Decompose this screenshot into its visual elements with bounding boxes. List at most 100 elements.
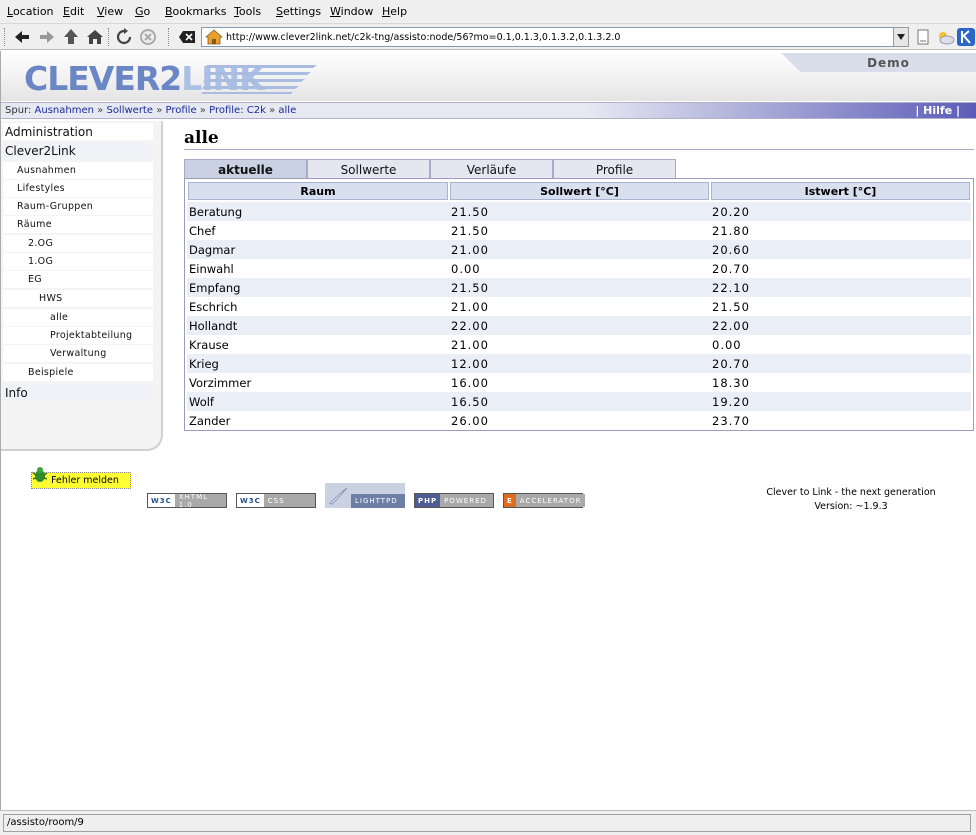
tab-verlaeufe[interactable]: Verläufe: [430, 159, 553, 179]
sidebar-item-hws[interactable]: HWS: [3, 290, 153, 307]
sidebar-item-raum-gruppen[interactable]: Raum-Gruppen: [3, 198, 153, 215]
menu-help[interactable]: Help: [382, 5, 407, 18]
stop-icon[interactable]: [137, 27, 159, 47]
cell-raum: Dagmar: [189, 243, 236, 257]
cell-sollwert: 16.00: [451, 376, 489, 390]
bookmark-icon[interactable]: [912, 27, 934, 47]
cell-sollwert: 0.00: [451, 262, 481, 276]
sidebar-item-1og[interactable]: 1.OG: [3, 253, 153, 270]
breadcrumb-item-profile-c2k[interactable]: Profile: C2k: [209, 105, 266, 116]
back-icon[interactable]: [11, 27, 33, 47]
table-row[interactable]: Zander 26.00 23.70: [187, 411, 971, 430]
breadcrumb-item-alle[interactable]: alle: [278, 105, 296, 116]
badge-php-powered[interactable]: PHP POWERED: [414, 493, 494, 508]
menu-go[interactable]: Go: [135, 5, 150, 18]
table-row[interactable]: Krause 21.00 0.00: [187, 335, 971, 354]
sidebar-item-raeume[interactable]: Räume: [3, 216, 153, 233]
weather-icon[interactable]: [934, 27, 956, 47]
cell-raum: Zander: [189, 414, 231, 428]
cell-istwert: 22.00: [712, 319, 750, 333]
cell-sollwert: 21.50: [451, 224, 489, 238]
reload-icon[interactable]: [113, 27, 135, 47]
badge-w3c-logo: W3C: [148, 494, 175, 507]
sidebar-item-2og[interactable]: 2.OG: [3, 235, 153, 252]
badge-eaccelerator[interactable]: E ACCELERATOR: [503, 493, 586, 508]
sidebar-item-lifestyles[interactable]: Lifestyles: [3, 180, 153, 197]
badge-lighttpd[interactable]: LIGHTTPD: [325, 483, 405, 508]
toolbar-handle[interactable]: [4, 28, 6, 46]
badge-label: CSS: [263, 494, 315, 507]
cell-sollwert: 21.50: [451, 281, 489, 295]
konqueror-logo-icon: [955, 27, 976, 47]
tab-profile[interactable]: Profile: [553, 159, 676, 179]
forward-icon[interactable]: [36, 27, 58, 47]
table-row[interactable]: Beratung 21.50 20.20: [187, 202, 971, 221]
title-divider: [184, 149, 974, 150]
column-header-raum[interactable]: Raum: [188, 182, 448, 200]
up-icon[interactable]: [60, 27, 82, 47]
breadcrumb-separator: »: [269, 105, 276, 116]
menu-settings[interactable]: Settings: [276, 5, 321, 18]
sidebar-item-eg[interactable]: EG: [3, 271, 153, 288]
breadcrumb-item-sollwerte[interactable]: Sollwerte: [106, 105, 153, 116]
location-home-icon: [204, 29, 224, 48]
menu-tools[interactable]: Tools: [234, 5, 261, 18]
menu-bookmarks[interactable]: Bookmarks: [165, 5, 226, 18]
menu-location[interactable]: Location: [7, 5, 54, 18]
sidebar-item-administration[interactable]: Administration: [3, 123, 153, 140]
table-row[interactable]: Wolf 16.50 19.20: [187, 392, 971, 411]
breadcrumb-item-ausnahmen[interactable]: Ausnahmen: [35, 105, 94, 116]
menu-edit[interactable]: Edit: [63, 5, 84, 18]
table-row[interactable]: Einwahl 0.00 20.70: [187, 259, 971, 278]
dropdown-icon[interactable]: [893, 27, 909, 47]
home-icon[interactable]: [84, 27, 106, 47]
breadcrumb-item-profile[interactable]: Profile: [166, 105, 197, 116]
room-table: Raum Sollwert [°C] Istwert [°C] Beratung…: [184, 178, 974, 431]
table-row[interactable]: Hollandt 22.00 22.00: [187, 316, 971, 335]
badge-w3c-xhtml[interactable]: W3C XHTML 1.0: [147, 493, 227, 509]
badge-e-logo: E: [504, 494, 516, 507]
sidebar-item-projektabteilung[interactable]: Projektabteilung: [3, 327, 153, 344]
cell-sollwert: 21.50: [451, 205, 489, 219]
badge-label: LIGHTTPD: [351, 493, 405, 508]
statusbar: /assisto/room/9: [0, 810, 976, 835]
user-tab[interactable]: Demo: [781, 53, 976, 72]
tab-sollwerte[interactable]: Sollwerte: [307, 159, 430, 179]
feather-icon: [325, 483, 351, 508]
cell-istwert: 22.10: [712, 281, 750, 295]
cell-sollwert: 21.00: [451, 300, 489, 314]
help-link[interactable]: | Hilfe |: [915, 104, 960, 117]
bug-icon: [31, 466, 49, 487]
sidebar-item-clever2link[interactable]: Clever2Link: [3, 142, 153, 159]
clear-location-icon[interactable]: [176, 27, 198, 47]
table-row[interactable]: Vorzimmer 16.00 18.30: [187, 373, 971, 392]
sidebar-item-ausnahmen[interactable]: Ausnahmen: [3, 162, 153, 179]
column-header-sollwert[interactable]: Sollwert [°C]: [450, 182, 709, 200]
sidebar-item-verwaltung[interactable]: Verwaltung: [3, 345, 153, 362]
tab-aktuelle[interactable]: aktuelle: [184, 159, 307, 179]
cell-raum: Vorzimmer: [189, 376, 252, 390]
menu-view[interactable]: View: [97, 5, 123, 18]
sidebar: Administration Clever2Link Ausnahmen Lif…: [1, 121, 163, 489]
badge-php-logo: PHP: [415, 494, 441, 507]
sidebar-item-alle[interactable]: alle: [3, 309, 153, 326]
cell-istwert: 20.70: [712, 357, 750, 371]
table-row[interactable]: Empfang 21.50 22.10: [187, 278, 971, 297]
menu-window[interactable]: Window: [330, 5, 373, 18]
cell-istwert: 18.30: [712, 376, 750, 390]
sidebar-item-beispiele[interactable]: Beispiele: [3, 364, 153, 381]
footer-version: Version: ~1.9.3: [814, 501, 888, 512]
cell-sollwert: 12.00: [451, 357, 489, 371]
url-field[interactable]: http://www.clever2link.net/c2k-tng/assis…: [201, 27, 895, 47]
table-row[interactable]: Dagmar 21.00 20.60: [187, 240, 971, 259]
table-row[interactable]: Eschrich 21.00 21.50: [187, 297, 971, 316]
logo-stripes-icon: [201, 65, 317, 94]
table-row[interactable]: Krieg 12.00 20.70: [187, 354, 971, 373]
logo-text-clever2: CLEVER2: [24, 59, 182, 98]
column-header-istwert[interactable]: Istwert [°C]: [711, 182, 970, 200]
sidebar-item-info[interactable]: Info: [3, 384, 153, 401]
badge-w3c-css[interactable]: W3C CSS: [236, 493, 316, 508]
cell-raum: Empfang: [189, 281, 241, 295]
cell-sollwert: 21.00: [451, 243, 489, 257]
table-row[interactable]: Chef 21.50 21.80: [187, 221, 971, 240]
